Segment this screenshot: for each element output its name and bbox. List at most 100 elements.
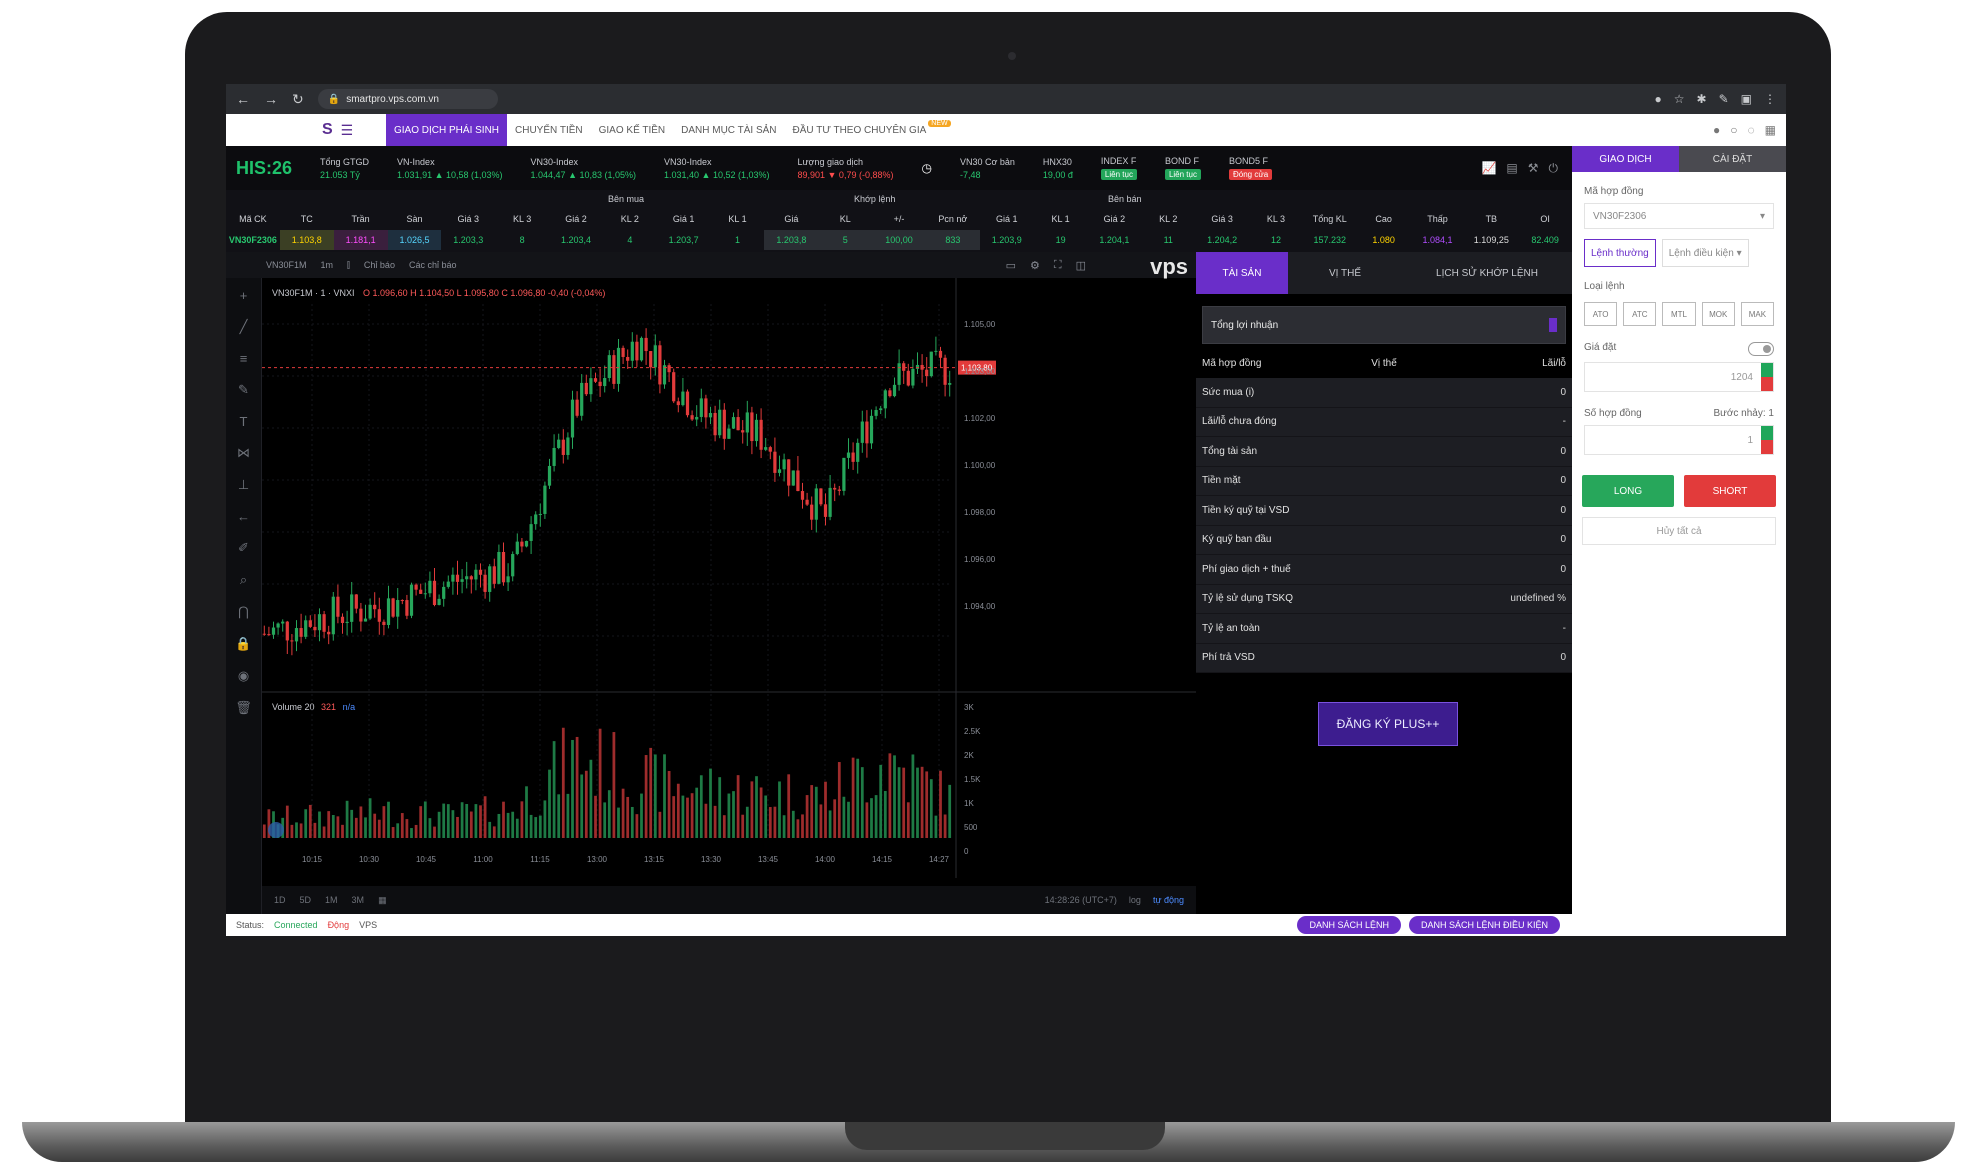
- menu-item-portfolio[interactable]: DANH MỤC TÀI SẢN: [673, 114, 784, 146]
- power-icon[interactable]: ⏻: [1549, 161, 1559, 176]
- forward-icon[interactable]: →: [264, 91, 278, 107]
- log-toggle[interactable]: log: [1129, 895, 1141, 905]
- board-data-row[interactable]: VN30F2306 1.103,8 1.181,1 1.026,5 1.203,3 8 1.…: [226, 230, 1572, 250]
- cancel-all-button[interactable]: Hủy tất cả: [1582, 517, 1776, 545]
- back-icon[interactable]: ←: [236, 91, 250, 107]
- price-input[interactable]: 1204: [1584, 362, 1774, 392]
- grid-icon[interactable]: ▦: [1765, 123, 1776, 137]
- window-icon[interactable]: ▣: [1741, 92, 1752, 106]
- top-menu: S ☰ GIAO DỊCH PHÁI SINH CHUYỂN TIỀN GIAO…: [226, 114, 1786, 146]
- hamburger-icon[interactable]: ☰: [341, 122, 354, 139]
- qty-stepper[interactable]: [1761, 426, 1773, 454]
- chart-symbol-select[interactable]: VN30F1M: [266, 260, 307, 270]
- settings-icon[interactable]: ◌: [1748, 123, 1755, 137]
- arrow-icon[interactable]: ←: [237, 509, 250, 524]
- asset-row: Phí trả VSD 0: [1196, 643, 1572, 673]
- contract-select[interactable]: VN30F2306 ▾: [1584, 203, 1774, 229]
- crosshair-icon[interactable]: +: [240, 288, 248, 303]
- increment-button[interactable]: [1761, 363, 1773, 377]
- range-1d[interactable]: 1D: [274, 895, 286, 905]
- board-col-header[interactable]: Mã CK: [226, 210, 280, 228]
- trend-line-icon[interactable]: ╱: [240, 319, 248, 335]
- symbol-title[interactable]: HIS:26: [236, 158, 292, 179]
- volume-bar: [405, 819, 409, 838]
- conditional-order-list-button[interactable]: DANH SÁCH LỆNH ĐIỀU KIỆN: [1408, 916, 1560, 934]
- pencil-icon[interactable]: ✐: [238, 540, 249, 556]
- info-value: 89,901 ▼ 0,79 (-0,88%): [797, 169, 894, 180]
- mak-button[interactable]: MAK: [1740, 302, 1775, 326]
- range-5d[interactable]: 5D: [300, 895, 312, 905]
- save-icon[interactable]: ▭: [1006, 259, 1016, 272]
- indicator-button[interactable]: Chỉ báo: [364, 260, 395, 270]
- settings-icon[interactable]: ⚙: [1030, 259, 1040, 272]
- volume-bar: [525, 786, 528, 838]
- price-chart-svg[interactable]: 1.103,801.105,001.103,001.102,001.100,00…: [262, 278, 1196, 886]
- profile-icon[interactable]: ●: [1655, 92, 1662, 106]
- ruler-icon[interactable]: ⊥: [238, 477, 249, 493]
- menu-item-deposit[interactable]: GIAO KẾ TIỀN: [591, 114, 674, 146]
- menu-item-expert[interactable]: ĐẦU TƯ THEO CHUYÊN GIA NEW: [785, 114, 959, 146]
- conditional-order-tab[interactable]: Lệnh điều kiện ▾: [1661, 239, 1749, 267]
- more-icon[interactable]: ⋮: [1764, 92, 1776, 106]
- long-button[interactable]: LONG: [1582, 475, 1674, 507]
- fullscreen-icon[interactable]: ⛶: [1054, 259, 1062, 272]
- text-icon[interactable]: T: [240, 414, 248, 429]
- ato-button[interactable]: ATO: [1584, 302, 1618, 326]
- eye-icon[interactable]: ◉: [238, 668, 249, 684]
- zoom-icon[interactable]: ⌕: [240, 572, 247, 588]
- decrement-button[interactable]: [1761, 440, 1773, 454]
- range-3m[interactable]: 3M: [352, 895, 365, 905]
- atc-button[interactable]: ATC: [1623, 302, 1657, 326]
- price-stepper[interactable]: [1761, 363, 1773, 391]
- volume-bar: [483, 796, 487, 838]
- asset-row-value: 0: [1560, 563, 1566, 575]
- document-icon[interactable]: ▤: [1506, 161, 1517, 176]
- tab-assets[interactable]: TÀI SẢN: [1196, 252, 1288, 294]
- increment-button[interactable]: [1761, 426, 1773, 440]
- pin-icon[interactable]: ✎: [1719, 92, 1729, 106]
- star-icon[interactable]: ☆: [1674, 92, 1685, 106]
- interval-select[interactable]: 1m: [321, 260, 334, 270]
- qty-input[interactable]: 1: [1584, 425, 1774, 455]
- price-toggle[interactable]: [1748, 342, 1774, 356]
- vps-logo-mark[interactable]: S: [322, 121, 333, 139]
- bell-icon[interactable]: ○: [1730, 123, 1737, 137]
- order-list-button[interactable]: DANH SÁCH LỆNH: [1297, 916, 1401, 934]
- auto-toggle[interactable]: tự động: [1153, 895, 1184, 905]
- tab-settings[interactable]: CÀI ĐẶT: [1679, 146, 1786, 172]
- reload-icon[interactable]: ↻: [292, 91, 304, 108]
- range-1m[interactable]: 1M: [325, 895, 338, 905]
- trash-icon[interactable]: 🗑: [235, 700, 252, 716]
- time-tick-label: 14:00: [815, 855, 836, 864]
- tab-match-history[interactable]: LỊCH SỬ KHỚP LỆNH: [1402, 252, 1572, 294]
- new-badge: NEW: [928, 119, 951, 127]
- brush-icon[interactable]: ✎: [238, 382, 249, 398]
- url-bar[interactable]: 🔒 smartpro.vps.com.vn: [317, 89, 498, 109]
- short-button[interactable]: SHORT: [1684, 475, 1776, 507]
- chart-icon[interactable]: 📈: [1481, 161, 1496, 176]
- menu-item-transfer[interactable]: CHUYỂN TIỀN: [507, 114, 591, 146]
- pattern-icon[interactable]: ⋈: [237, 445, 250, 461]
- mtl-button[interactable]: MTL: [1662, 302, 1696, 326]
- magnet-icon[interactable]: ⋂: [238, 604, 249, 620]
- tab-positions[interactable]: VỊ THẾ: [1288, 252, 1402, 294]
- order-kind-label: Loại lệnh: [1584, 281, 1625, 292]
- extension-icon[interactable]: ✱: [1697, 92, 1707, 106]
- tab-trade[interactable]: GIAO DỊCH: [1572, 146, 1679, 172]
- qty-value: 1: [1747, 434, 1753, 446]
- mok-button[interactable]: MOK: [1701, 302, 1735, 326]
- user-icon[interactable]: ●: [1713, 123, 1720, 137]
- candle-type-icon[interactable]: ⫿: [347, 260, 350, 271]
- normal-order-tab[interactable]: Lệnh thường: [1584, 239, 1656, 267]
- candle-body: [267, 634, 271, 636]
- fib-icon[interactable]: ≡: [240, 351, 248, 366]
- camera-icon[interactable]: ◫: [1076, 259, 1086, 272]
- indicators-button[interactable]: Các chỉ báo: [409, 260, 457, 270]
- tools-icon[interactable]: ⚒: [1528, 161, 1539, 176]
- register-plus-button[interactable]: ĐĂNG KÝ PLUS++: [1318, 702, 1458, 746]
- menu-item-derivatives[interactable]: GIAO DỊCH PHÁI SINH: [386, 114, 508, 146]
- decrement-button[interactable]: [1761, 377, 1773, 391]
- lock-icon[interactable]: 🔒: [235, 636, 251, 652]
- total-profit-box[interactable]: Tổng lợi nhuận: [1202, 306, 1566, 344]
- calendar-icon[interactable]: ▦: [378, 895, 387, 906]
